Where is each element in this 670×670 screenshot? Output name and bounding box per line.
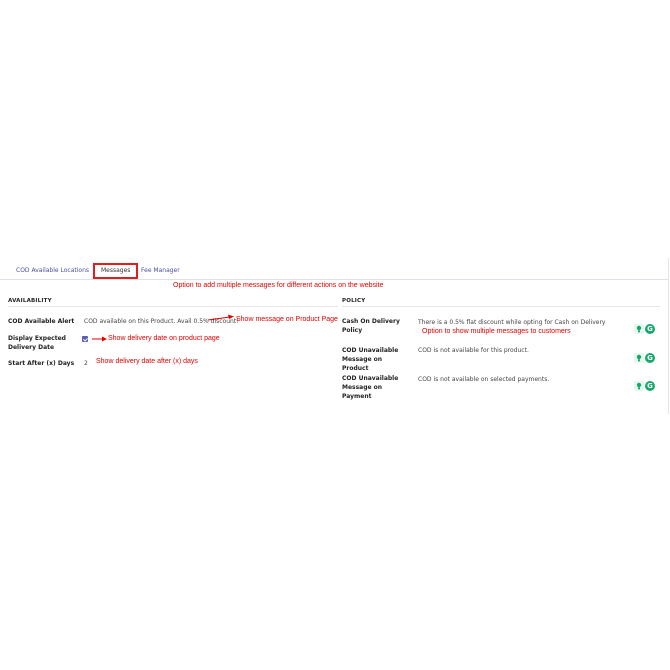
policy-heading: POLICY <box>342 298 366 304</box>
annotation-delivery-date: Show delivery date on product page <box>108 335 220 342</box>
policy-divider <box>342 306 660 307</box>
lightbulb-icon[interactable] <box>634 381 644 391</box>
field-tools: G <box>634 324 656 334</box>
tab-messages[interactable]: Messages <box>93 263 139 279</box>
lightbulb-icon[interactable] <box>634 353 644 363</box>
cod-available-alert-label: COD Available Alert <box>8 318 75 325</box>
annotation-after-days: Show delivery date after (x) days <box>96 358 198 365</box>
settings-panel: COD Available Locations Messages Fee Man… <box>0 258 669 414</box>
arrow-icon <box>207 314 234 321</box>
arrow-icon <box>92 336 107 342</box>
start-after-days-input[interactable]: 2 <box>84 360 88 367</box>
availability-heading: AVAILABILITY <box>8 298 52 304</box>
cod-unavailable-payment-label: COD Unavailable Message on Payment <box>342 375 399 400</box>
annotation-customers: Option to show multiple messages to cust… <box>422 328 571 335</box>
tab-fee-manager[interactable]: Fee Manager <box>141 267 180 274</box>
annotation-product-page: Show message on Product Page <box>236 316 338 323</box>
availability-divider <box>8 306 338 307</box>
cod-unavailable-product-label: COD Unavailable Message on Product <box>342 347 399 372</box>
grammarly-icon[interactable]: G <box>645 381 655 391</box>
start-after-days-label: Start After (x) Days <box>8 360 75 367</box>
cod-unavailable-product-input[interactable]: COD is not available for this product. <box>418 347 529 354</box>
grammarly-icon[interactable]: G <box>645 353 655 363</box>
display-delivery-date-label: Display Expected Delivery Date <box>8 335 66 351</box>
cod-unavailable-payment-input[interactable]: COD is not available on selected payment… <box>418 376 549 383</box>
tab-bar: COD Available Locations Messages Fee Man… <box>0 263 668 280</box>
cash-on-delivery-policy-label: Cash On Delivery Policy <box>342 318 400 334</box>
cash-on-delivery-policy-input[interactable]: There is a 0.5% flat discount while opti… <box>418 319 606 326</box>
display-delivery-date-checkbox[interactable] <box>82 336 88 342</box>
field-tools: G <box>634 353 656 363</box>
annotation-multiple-messages: Option to add multiple messages for diff… <box>173 282 384 289</box>
lightbulb-icon[interactable] <box>634 324 644 334</box>
tab-cod-available-locations[interactable]: COD Available Locations <box>16 267 89 274</box>
grammarly-icon[interactable]: G <box>645 324 655 334</box>
field-tools: G <box>634 381 656 391</box>
